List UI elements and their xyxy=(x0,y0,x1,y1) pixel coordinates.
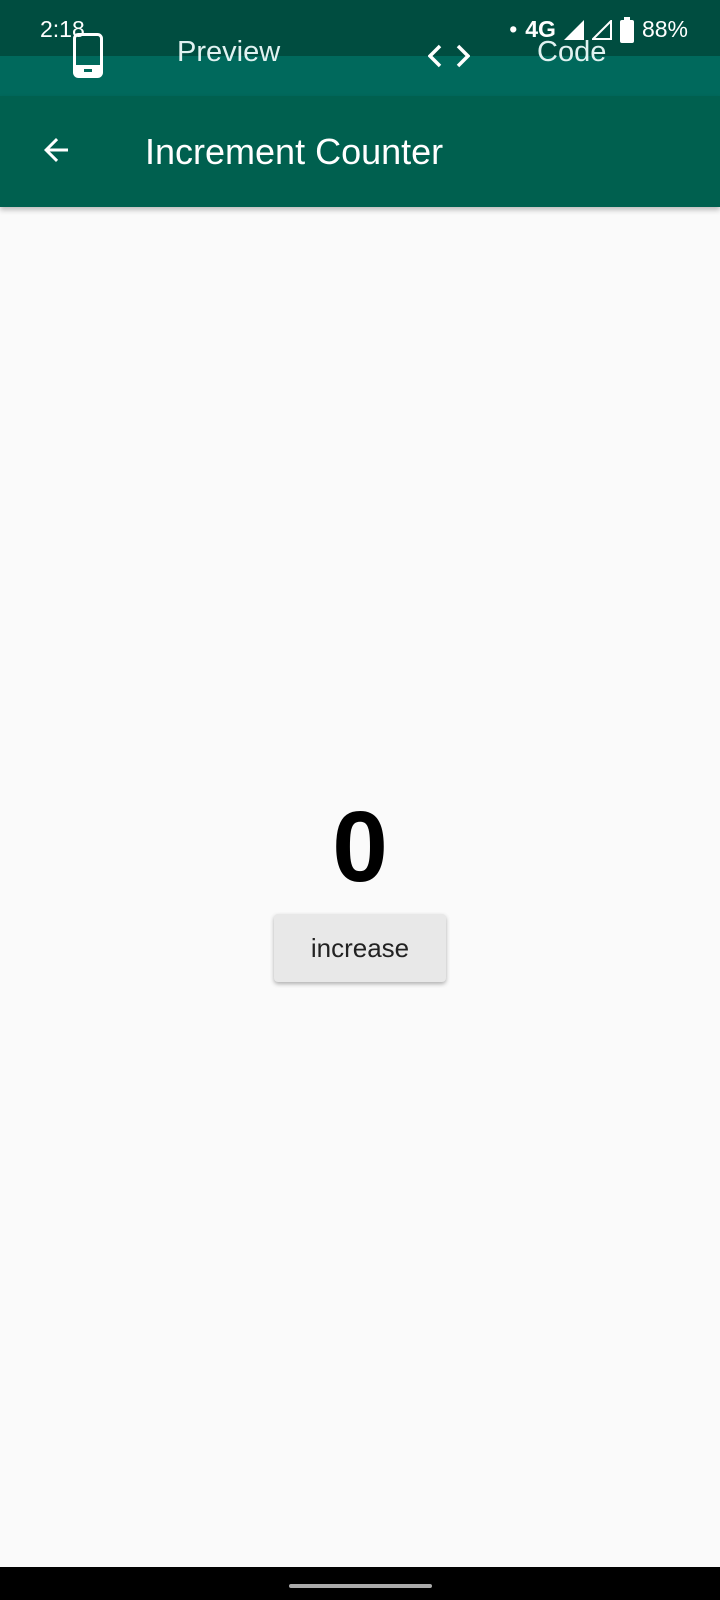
signal-icon xyxy=(563,19,584,40)
app-bar: Increment Counter xyxy=(0,96,720,207)
home-handle[interactable] xyxy=(289,1584,432,1588)
arrow-back-icon[interactable] xyxy=(38,132,74,168)
status-icons: • 4G 88% xyxy=(509,16,688,43)
battery-percent: 88% xyxy=(641,16,688,42)
code-icon[interactable] xyxy=(428,44,470,68)
phone-icon[interactable] xyxy=(73,33,103,78)
status-bar: 2:18 • 4G 88% xyxy=(0,0,720,56)
increase-button[interactable]: increase xyxy=(274,914,446,982)
battery-icon xyxy=(619,16,634,43)
signal-icon-2 xyxy=(591,19,612,40)
tab-bar xyxy=(0,56,720,96)
notification-dot-icon: • xyxy=(509,16,518,42)
counter-value: 0 xyxy=(332,791,388,903)
network-type: 4G xyxy=(525,16,556,42)
page-title: Increment Counter xyxy=(145,131,444,172)
